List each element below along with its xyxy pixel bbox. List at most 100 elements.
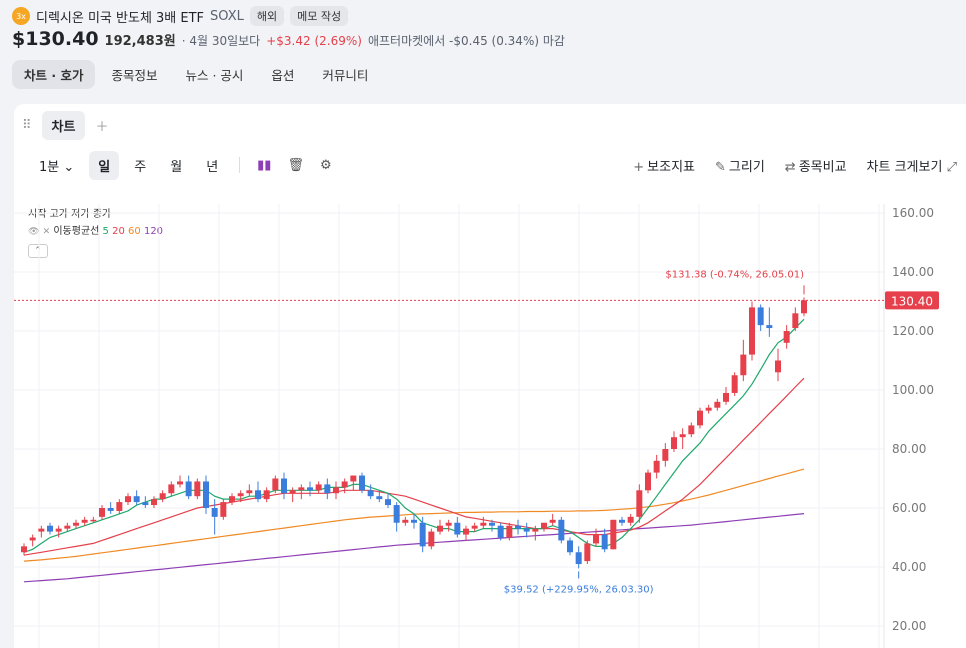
- candle-body: [90, 519, 97, 522]
- candle-body: [142, 502, 149, 506]
- candle-body: [575, 552, 582, 565]
- candle-body: [125, 496, 131, 503]
- candle-body: [263, 490, 270, 500]
- candle-body: [428, 531, 435, 547]
- candle-body: [298, 487, 305, 491]
- candle-body: [653, 460, 660, 473]
- current-price: $130.40: [12, 28, 99, 50]
- candle-body: [177, 481, 183, 485]
- candle-body: [645, 472, 651, 491]
- ma20-line: [23, 377, 805, 556]
- tab-news[interactable]: 뉴스 · 공시: [173, 60, 255, 89]
- y-tick-label: 80.00: [892, 442, 926, 456]
- candle-body: [194, 481, 201, 497]
- stock-title-row: 3x 디렉시온 미국 반도체 3배 ETF SOXL 해외 메모 작성: [12, 5, 349, 27]
- tab-community[interactable]: 커뮤니티: [310, 60, 380, 89]
- candle-body: [99, 508, 105, 517]
- tab-chart-quote[interactable]: 차트 · 호가: [12, 60, 96, 89]
- candle-body: [281, 478, 287, 494]
- candle-body: [255, 490, 261, 500]
- price-row: $130.40 192,483원 · 4월 30일보다 +$3.42 (2.69…: [12, 28, 565, 50]
- candle-body: [367, 490, 374, 497]
- chart-panel: ⠿ 차트 ＋ 1분 ⌄ 일 주 월 년 ▮▮ 🗑 ⚙ + 보조지표 ✎ 그리기 ⇄ 종…: [14, 104, 966, 648]
- candle-body: [315, 484, 322, 491]
- candle-body: [463, 528, 469, 535]
- y-tick-label: 120.00: [892, 324, 934, 338]
- candle-body: [454, 522, 461, 535]
- candle-body: [376, 496, 383, 500]
- y-tick-label: 140.00: [892, 265, 934, 279]
- overseas-badge: 해외: [249, 6, 285, 26]
- y-tick-label: 20.00: [892, 619, 926, 633]
- stock-name: 디렉시온 미국 반도체 3배 ETF: [36, 10, 205, 26]
- candle-body: [168, 484, 175, 494]
- candle-body: [237, 493, 244, 497]
- candle-body: [107, 508, 114, 511]
- candlestick-chart[interactable]: 160.00 140.00 120.00 100.00 80.00 60.00 40.00 2…: [14, 104, 966, 648]
- candle-body: [289, 490, 296, 494]
- candle-body: [480, 522, 487, 526]
- candle-body: [411, 519, 417, 523]
- after-market-note: 애프터마켓에서 -$0.45 (0.34%) 마감: [367, 34, 565, 48]
- candle-body: [749, 307, 755, 355]
- candle-body: [81, 519, 88, 523]
- candle-body: [333, 487, 339, 494]
- candle-body: [705, 407, 712, 411]
- candle-body: [116, 502, 123, 511]
- candle-body: [506, 525, 513, 538]
- high-price-annotation: $131.38 (-0.74%, 26.05.01): [665, 269, 804, 280]
- candle-body: [55, 528, 62, 532]
- candle-body: [307, 487, 313, 491]
- low-price-annotation: $39.52 (+229.95%, 26.03.30): [504, 584, 654, 595]
- candle-body: [740, 354, 747, 376]
- current-price-badge-label: 130.40: [891, 294, 933, 308]
- candle-body: [402, 519, 409, 523]
- candle-body: [523, 528, 530, 532]
- candle-body: [47, 525, 53, 532]
- candle-body: [21, 546, 27, 553]
- candle-body: [688, 425, 695, 435]
- candle-body: [385, 499, 391, 506]
- candle-body: [515, 525, 521, 529]
- candle-body: [211, 508, 218, 517]
- candle-body: [73, 522, 79, 526]
- candle-body: [792, 313, 799, 329]
- candle-body: [185, 481, 192, 497]
- candle-body: [775, 360, 781, 373]
- candle-body: [532, 528, 539, 532]
- candle-body: [64, 525, 71, 529]
- candle-body: [393, 505, 400, 523]
- candle-body: [203, 481, 209, 508]
- candle-body: [419, 522, 426, 547]
- candle-body: [601, 534, 608, 550]
- candle-body: [679, 434, 686, 438]
- candle-body: [541, 522, 547, 529]
- candle-body: [350, 475, 357, 482]
- candle-body: [471, 525, 478, 529]
- stock-ticker: SOXL: [210, 8, 244, 24]
- candle-body: [627, 516, 634, 523]
- candle-body: [731, 375, 738, 393]
- memo-button[interactable]: 메모 작성: [290, 6, 349, 26]
- y-tick-label: 60.00: [892, 501, 926, 515]
- candle-body: [324, 484, 331, 494]
- tab-stock-info[interactable]: 종목정보: [99, 60, 169, 89]
- candle-body: [445, 522, 452, 526]
- main-tabs: 차트 · 호가 종목정보 뉴스 · 공시 옵션 커뮤니티: [12, 60, 380, 89]
- candle-body: [489, 522, 495, 526]
- candle-body: [584, 543, 591, 562]
- candle-body: [38, 528, 45, 532]
- candle-body: [610, 519, 617, 550]
- candle-body: [567, 540, 573, 553]
- candle-body: [783, 331, 790, 343]
- candle-body: [220, 502, 227, 517]
- candle-body: [671, 437, 677, 449]
- candle-body: [697, 410, 703, 426]
- price-change: +$3.42 (2.69%): [266, 34, 362, 48]
- candle-body: [272, 478, 279, 491]
- date-note: · 4월 30일보다: [181, 34, 261, 48]
- price-krw: 192,483원: [104, 34, 176, 49]
- etf-logo-icon: 3x: [12, 7, 30, 25]
- candle-body: [151, 499, 157, 506]
- tab-options[interactable]: 옵션: [259, 60, 306, 89]
